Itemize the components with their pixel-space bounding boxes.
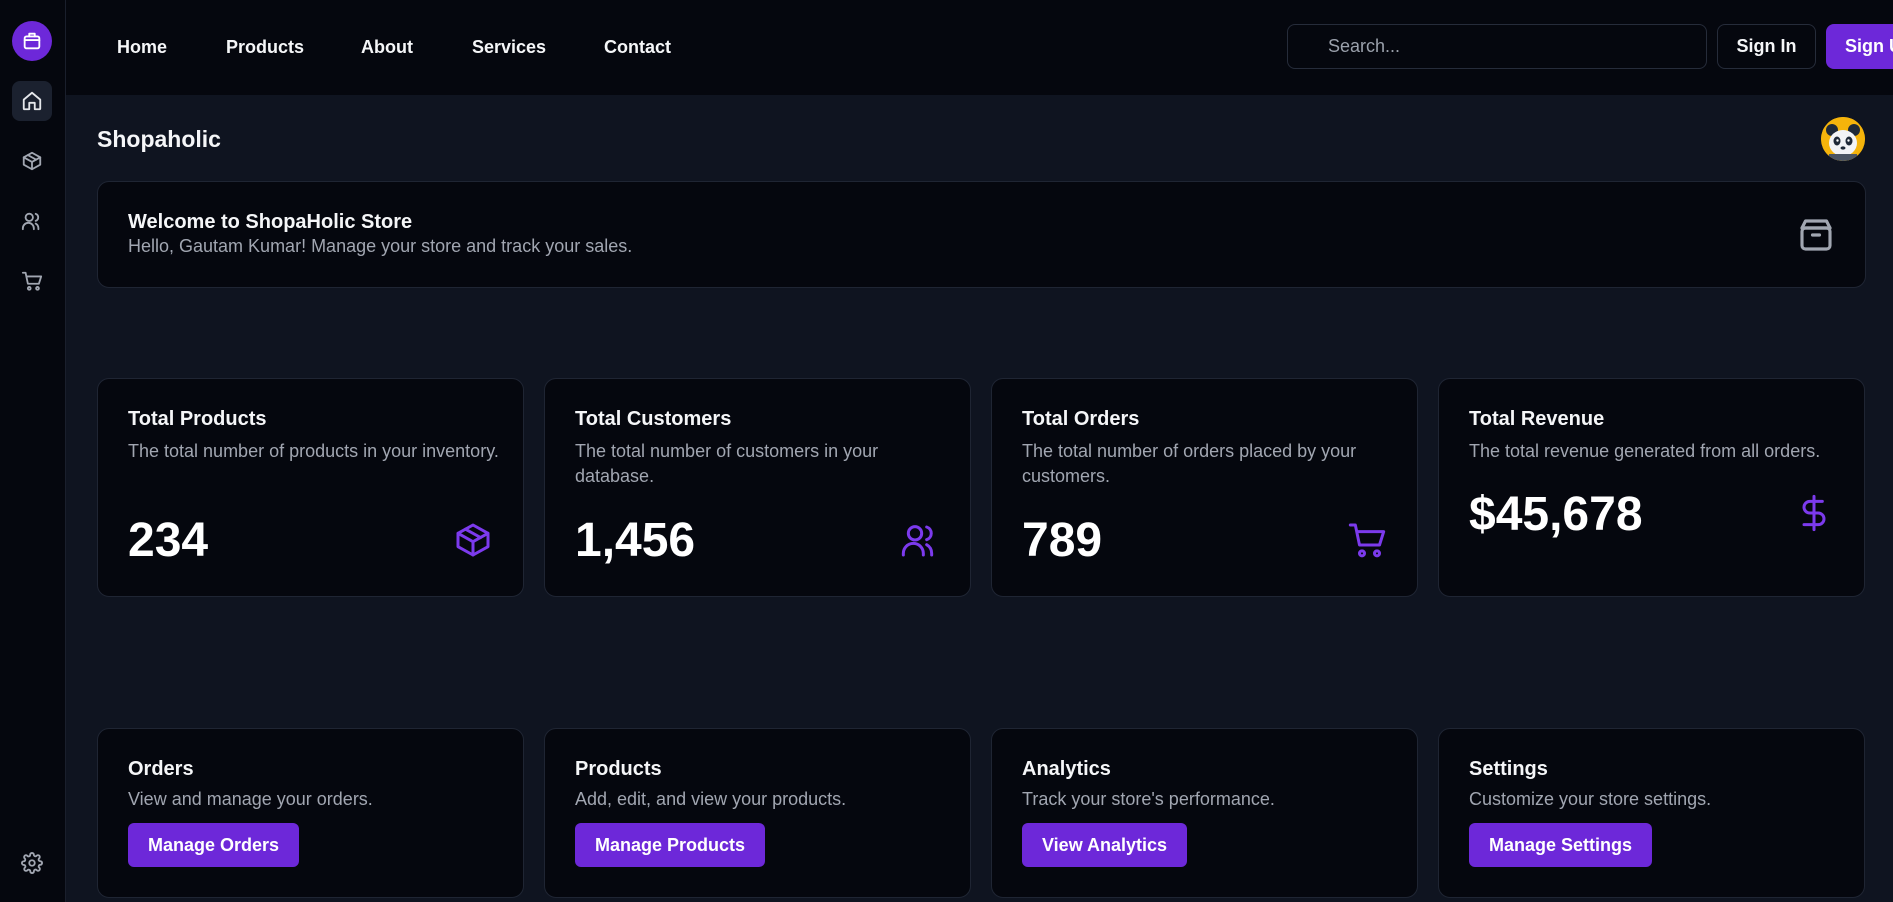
store-logo[interactable] [12,21,52,61]
package-icon [22,151,42,171]
sidebar-item-settings[interactable] [12,843,52,883]
users-icon [901,525,934,557]
avatar[interactable] [1821,117,1865,161]
users-icon [21,212,40,231]
stat-description: The total revenue generated from all ord… [1469,441,1821,461]
sidebar-item-products[interactable] [12,141,52,181]
action-description: Add, edit, and view your products. [575,789,847,809]
cart-icon [21,271,43,291]
action-title: Analytics [1022,758,1111,780]
action-description: Track your store's performance. [1022,789,1275,809]
sidebar-item-customers[interactable] [12,201,52,241]
stat-card-total-products: Total Products The total number of produ… [97,378,524,597]
home-icon [22,91,42,111]
sign-in-button[interactable]: Sign In [1717,24,1816,69]
action-title: Products [575,758,662,780]
dollar-icon [1802,494,1826,532]
stat-card-total-revenue: Total Revenue The total revenue generate… [1438,378,1865,597]
view-analytics-button[interactable]: View Analytics [1022,823,1188,867]
stat-value: 234 [128,514,209,567]
action-card-orders: Orders View and manage your orders. Mana… [97,728,524,898]
action-title: Settings [1469,758,1548,780]
nav-link-about[interactable]: About [361,37,413,58]
action-description: Customize your store settings. [1469,789,1712,809]
nav-link-home[interactable]: Home [117,37,167,58]
sidebar-item-orders[interactable] [12,261,52,301]
package-icon [456,523,490,557]
settings-icon [21,852,43,874]
store-box-icon [1800,219,1832,251]
cart-icon [1348,523,1386,558]
stat-title: Total Products [128,408,267,430]
stat-title: Total Revenue [1469,408,1605,430]
stat-card-total-orders: Total Orders The total number of orders … [991,378,1418,597]
welcome-title: Welcome to ShopaHolic Store [128,211,413,233]
stat-description: The total number of customers in your da… [575,441,879,486]
action-card-analytics: Analytics Track your store's performance… [991,728,1418,898]
nav-link-products[interactable]: Products [226,37,304,58]
sign-up-button[interactable]: Sign Up [1826,24,1893,69]
stat-value: 789 [1022,514,1103,567]
top-nav: Home Products About Services Contact Sig… [66,0,1893,95]
panda-avatar-icon [1821,117,1865,161]
search-input[interactable] [1287,24,1707,69]
sidebar [0,0,66,902]
manage-products-button[interactable]: Manage Products [575,823,766,867]
action-card-settings: Settings Customize your store settings. … [1438,728,1865,898]
stat-title: Total Orders [1022,408,1140,430]
stat-card-total-customers: Total Customers The total number of cust… [544,378,971,597]
stat-value: $45,678 [1469,488,1643,541]
action-card-products: Products Add, edit, and view your produc… [544,728,971,898]
stat-title: Total Customers [575,408,732,430]
welcome-subtitle: Hello, Gautam Kumar! Manage your store a… [128,236,633,256]
welcome-card: Welcome to ShopaHolic Store Hello, Gauta… [97,181,1866,288]
nav-link-contact[interactable]: Contact [604,37,671,58]
stat-description: The total number of orders placed by you… [1022,441,1357,486]
manage-settings-button[interactable]: Manage Settings [1469,823,1653,867]
page-title: Shopaholic [97,126,221,152]
store-icon [23,32,41,50]
stat-value: 1,456 [575,514,696,567]
manage-orders-button[interactable]: Manage Orders [128,823,300,867]
nav-link-services[interactable]: Services [472,37,546,58]
action-description: View and manage your orders. [128,789,373,809]
stat-description: The total number of products in your inv… [128,441,499,461]
action-title: Orders [128,758,194,780]
sidebar-item-home[interactable] [12,81,52,121]
